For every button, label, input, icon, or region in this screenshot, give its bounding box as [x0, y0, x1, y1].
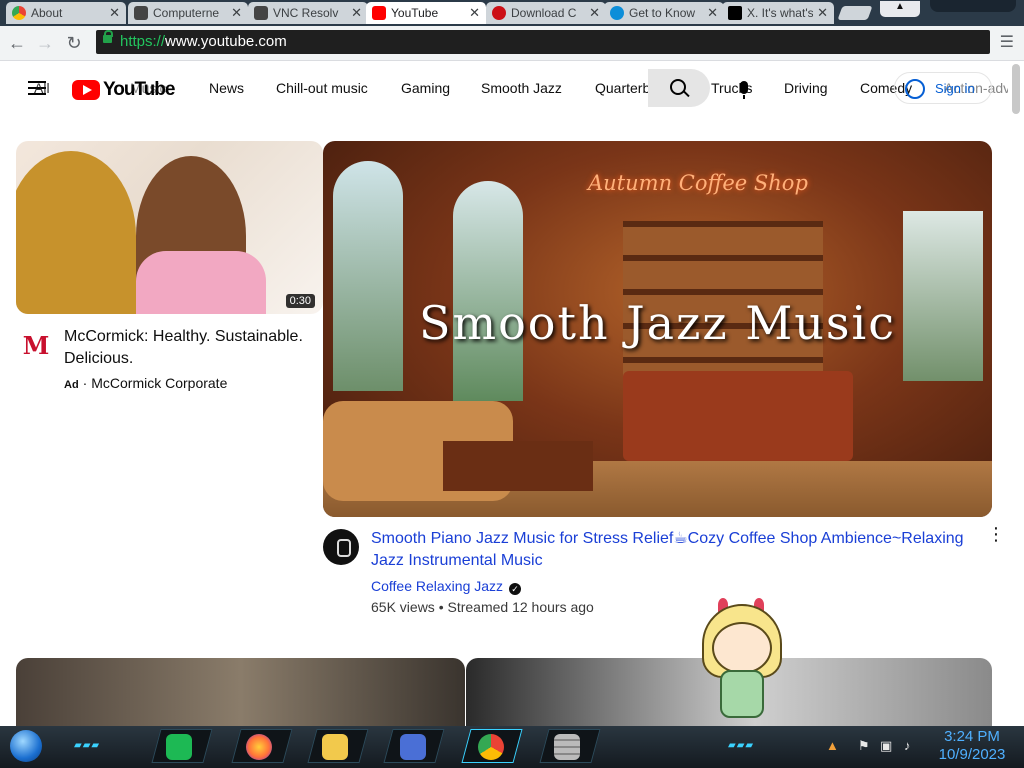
tab-download[interactable]: Download C ✕ [486, 2, 606, 24]
tab-title: X. It's what's [747, 6, 814, 20]
close-icon[interactable]: ✕ [469, 5, 480, 21]
verified-icon: ✓ [509, 583, 522, 595]
close-icon[interactable]: ✕ [351, 5, 362, 21]
back-button[interactable]: ← [5, 31, 29, 55]
chip-gaming[interactable]: Gaming [401, 80, 450, 96]
ad-meta: Ad · McCormick Corporate [64, 375, 227, 391]
desktop-mascot[interactable] [692, 598, 792, 726]
stream-age: Streamed 12 hours ago [447, 599, 594, 615]
account-icon [905, 79, 925, 99]
chip-all[interactable]: All [34, 80, 50, 96]
chip-quarterbacks[interactable]: Quarterb [595, 80, 650, 96]
close-icon[interactable]: ✕ [109, 5, 120, 21]
youtube-icon [372, 6, 386, 20]
start-button[interactable] [10, 730, 42, 762]
system-clock[interactable]: 3:24 PM 10/9/2023 [930, 728, 1014, 764]
tab-title: YouTube [391, 6, 439, 20]
profile-icon[interactable]: ▲ [880, 1, 920, 17]
tab-title: Download C [511, 6, 577, 20]
browser-toolbar: ← → ↻ https://www.youtube.com ☰ [0, 26, 1024, 61]
tab-x[interactable]: X. It's what's ✕ [722, 2, 834, 24]
sign-in-button[interactable]: Sign in [894, 72, 992, 104]
search-button[interactable] [648, 69, 710, 107]
bricks-icon[interactable] [554, 734, 580, 760]
channel-avatar[interactable] [323, 529, 359, 565]
lock-icon [103, 30, 113, 43]
youtube-header: YouTube All Music News Chill-out music G… [0, 61, 1024, 117]
tray-app-icon[interactable]: ▲ [826, 738, 839, 753]
close-icon[interactable]: ✕ [817, 5, 828, 21]
chip-driving[interactable]: Driving [784, 80, 828, 96]
tab-title: Get to Know [629, 6, 696, 20]
view-count: 65K views [371, 599, 435, 615]
close-icon[interactable]: ✕ [231, 5, 242, 21]
channel-name[interactable]: Coffee Relaxing Jazz [371, 578, 503, 594]
video-title[interactable]: Smooth Piano Jazz Music for Stress Relie… [371, 528, 971, 572]
vnc-icon [254, 6, 268, 20]
close-icon[interactable]: ✕ [589, 5, 600, 21]
chrome-icon[interactable] [478, 734, 504, 760]
reload-button[interactable]: ↻ [62, 31, 86, 55]
clock-date: 10/9/2023 [938, 746, 1006, 763]
video-duration: 0:30 [285, 294, 315, 308]
flag-icon[interactable]: ⚑ [858, 738, 870, 754]
tab-title: Computerne [153, 6, 220, 20]
sign-in-label: Sign in [935, 81, 975, 96]
url-host: www.youtube.com [165, 33, 287, 50]
tab-youtube[interactable]: YouTube ✕ [366, 2, 486, 24]
tab-title: VNC Resolv [273, 6, 339, 20]
youtube-play-icon [72, 80, 100, 100]
url-scheme: https:// [120, 33, 166, 50]
forward-button[interactable]: → [33, 31, 57, 55]
tab-vnc-resolver[interactable]: VNC Resolv ✕ [248, 2, 368, 24]
page-scrollbar[interactable] [1012, 64, 1020, 114]
microphone-icon[interactable] [740, 81, 748, 99]
x-logo-icon [728, 6, 742, 20]
video-thumbnail[interactable]: Autumn Coffee Shop Smooth Jazz Music [323, 141, 992, 517]
tab-computernewb[interactable]: Computerne ✕ [128, 2, 248, 24]
address-bar[interactable]: https://www.youtube.com [96, 30, 990, 54]
chrome-icon [12, 6, 26, 20]
video-thumbnail[interactable] [16, 658, 465, 728]
spotify-icon[interactable] [166, 734, 192, 760]
file-explorer-icon[interactable] [322, 734, 348, 760]
tab-title: About [31, 6, 63, 20]
search-icon [670, 79, 686, 95]
more-actions-icon[interactable]: ⋮ [987, 524, 1005, 545]
tab-about[interactable]: About ✕ [6, 2, 126, 24]
advertiser-name[interactable]: · McCormick Corporate [83, 375, 228, 391]
chip-music[interactable]: Music [130, 80, 167, 96]
close-icon[interactable]: ✕ [707, 5, 718, 21]
chip-smooth-jazz[interactable]: Smooth Jazz [481, 80, 562, 96]
window-controls[interactable] [930, 0, 1016, 12]
volume-icon[interactable]: ♪ [904, 738, 911, 753]
taskbar: ▰▰▰ ▰▰▰ ▲ ⚑ ▣ ♪ 3:24 PM 10/9/2023 [0, 726, 1024, 768]
firefox-icon[interactable] [246, 734, 272, 760]
vnc-icon [134, 6, 148, 20]
ad-thumbnail[interactable]: 0:30 [16, 141, 323, 314]
ad-title[interactable]: McCormick: Healthy. Sustainable. Delicio… [64, 326, 304, 370]
clock-time: 3:24 PM [944, 728, 1000, 745]
thumbnail-overlay-text: Smooth Jazz Music [418, 296, 897, 350]
edge-icon [610, 6, 624, 20]
network-icon[interactable]: ▣ [880, 738, 892, 754]
opera-icon [492, 6, 506, 20]
meta-separator: • [434, 599, 448, 615]
video-meta: 65K views • Streamed 12 hours ago [371, 599, 594, 615]
chip-chill-out-music[interactable]: Chill-out music [276, 80, 368, 96]
chip-news[interactable]: News [209, 80, 244, 96]
network-card-icon[interactable] [400, 734, 426, 760]
channel-name-row: Coffee Relaxing Jazz ✓ [371, 578, 522, 595]
mccormick-logo[interactable]: M [20, 330, 52, 362]
browser-tab-strip: About ✕ Computerne ✕ VNC Resolv ✕ YouTub… [0, 0, 1024, 26]
ad-badge: Ad [64, 379, 79, 391]
browser-menu-icon[interactable]: ☰ [1000, 32, 1014, 52]
thumbnail-sign-text: Autumn Coffee Shop [588, 171, 808, 195]
new-tab-button[interactable] [837, 6, 873, 20]
tab-get-to-know[interactable]: Get to Know ✕ [604, 2, 724, 24]
